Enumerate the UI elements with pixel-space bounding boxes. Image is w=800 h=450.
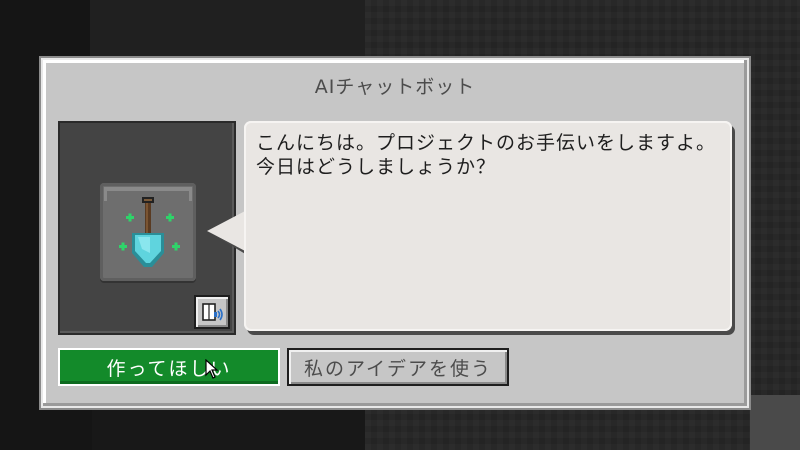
background-block-top [90,0,380,60]
dialog-title: AIチャットボット [314,76,476,98]
text-to-speech-button[interactable] [194,295,230,329]
chatbot-dialog: AIチャットボット こんにちは。プロジェクトのお手伝いをしますよ。今日はどうしま… [41,58,749,408]
background-block-corner [750,395,800,450]
make-it-for-me-button[interactable]: 作ってほしい [58,348,280,386]
chatbot-message: こんにちは。プロジェクトのお手伝いをしますよ。今日はどうしましょうか？ [256,132,717,178]
speech-bubble: こんにちは。プロジェクトのお手伝いをしますよ。今日はどうしましょうか？ [244,121,732,331]
shovel-icon [104,187,192,267]
speech-bubble-tail [207,210,247,255]
mouse-cursor-icon [205,359,219,379]
avatar [100,183,196,281]
use-my-idea-button[interactable]: 私のアイデアを使う [287,348,509,386]
book-speaker-icon [202,303,223,321]
